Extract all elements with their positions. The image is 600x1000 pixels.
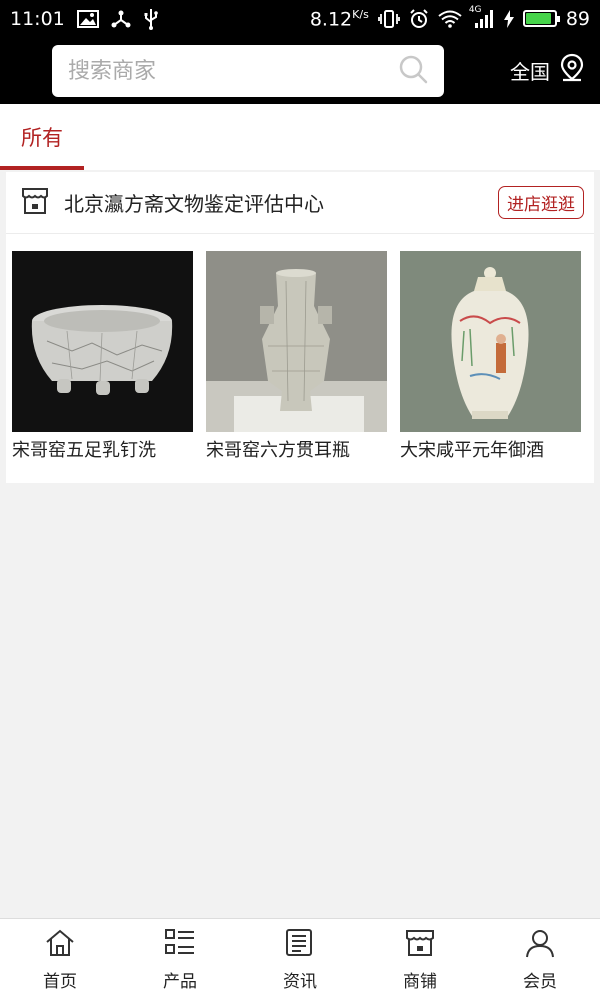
store-card: 北京瀛方斋文物鉴定评估中心 进店逛逛 宋哥窑五足乳钉洗 宋哥窑六方贯耳瓶 大宋咸… bbox=[6, 172, 594, 483]
usb-icon bbox=[143, 8, 159, 30]
nav-home[interactable]: 首页 bbox=[0, 919, 120, 1000]
bottom-nav: 首页 产品 资讯 商铺 会员 bbox=[0, 918, 600, 1000]
visit-store-button[interactable]: 进店逛逛 bbox=[498, 186, 584, 219]
tab-all-label: 所有 bbox=[21, 126, 63, 150]
product-item[interactable]: 宋哥窑五足乳钉洗 bbox=[12, 251, 193, 462]
share-icon bbox=[111, 9, 131, 29]
image-icon bbox=[76, 10, 99, 28]
alarm-icon bbox=[409, 9, 429, 29]
tab-all[interactable]: 所有 bbox=[0, 104, 84, 170]
network-speed: 8.12K/s bbox=[309, 7, 369, 31]
search-icon[interactable] bbox=[398, 54, 428, 88]
product-image-washer[interactable] bbox=[12, 251, 193, 432]
signal-icon: 4G bbox=[469, 5, 495, 29]
battery-level: 89 bbox=[565, 7, 590, 30]
wifi-icon bbox=[438, 10, 462, 28]
status-bar: 11:01 8.12K/s 4G 89 bbox=[0, 0, 600, 38]
product-image-wine-jar[interactable] bbox=[400, 251, 581, 432]
nav-member-label: 会员 bbox=[523, 971, 557, 992]
tab-active-indicator bbox=[0, 166, 84, 170]
region-selector[interactable]: 全国 bbox=[510, 52, 586, 88]
product-name[interactable]: 宋哥窑五足乳钉洗 bbox=[12, 436, 193, 462]
product-name[interactable]: 宋哥窑六方贯耳瓶 bbox=[206, 436, 387, 462]
search-box[interactable] bbox=[52, 45, 444, 97]
nav-member[interactable]: 会员 bbox=[480, 919, 600, 1000]
product-name[interactable]: 大宋咸平元年御酒 bbox=[400, 436, 581, 462]
product-item[interactable]: 大宋咸平元年御酒 bbox=[400, 251, 581, 462]
product-list: 宋哥窑五足乳钉洗 宋哥窑六方贯耳瓶 大宋咸平元年御酒 bbox=[6, 251, 594, 462]
battery-icon bbox=[522, 10, 560, 28]
nav-news-label: 资讯 bbox=[283, 971, 317, 992]
category-tabs: 所有 bbox=[0, 104, 600, 170]
list-icon bbox=[164, 928, 196, 963]
network-type: 4G bbox=[468, 4, 482, 15]
shop-icon bbox=[20, 186, 50, 220]
search-input[interactable] bbox=[68, 58, 398, 84]
product-item[interactable]: 宋哥窑六方贯耳瓶 bbox=[206, 251, 387, 462]
top-header: 全国 bbox=[0, 38, 600, 104]
shop-icon bbox=[404, 928, 436, 963]
nav-home-label: 首页 bbox=[43, 971, 77, 992]
nav-products-label: 产品 bbox=[163, 971, 197, 992]
nav-products[interactable]: 产品 bbox=[120, 919, 240, 1000]
location-pin-icon bbox=[558, 53, 586, 88]
news-icon bbox=[284, 928, 316, 963]
region-label: 全国 bbox=[510, 59, 550, 84]
home-icon bbox=[44, 928, 76, 963]
user-icon bbox=[524, 928, 556, 963]
nav-news[interactable]: 资讯 bbox=[240, 919, 360, 1000]
store-name[interactable]: 北京瀛方斋文物鉴定评估中心 bbox=[64, 188, 324, 217]
status-time: 11:01 bbox=[10, 8, 65, 30]
nav-shops[interactable]: 商铺 bbox=[360, 919, 480, 1000]
nav-shops-label: 商铺 bbox=[403, 971, 437, 992]
product-image-vase[interactable] bbox=[206, 251, 387, 432]
store-header[interactable]: 北京瀛方斋文物鉴定评估中心 进店逛逛 bbox=[6, 172, 594, 234]
charging-icon bbox=[503, 9, 514, 28]
vibrate-icon bbox=[377, 9, 400, 29]
